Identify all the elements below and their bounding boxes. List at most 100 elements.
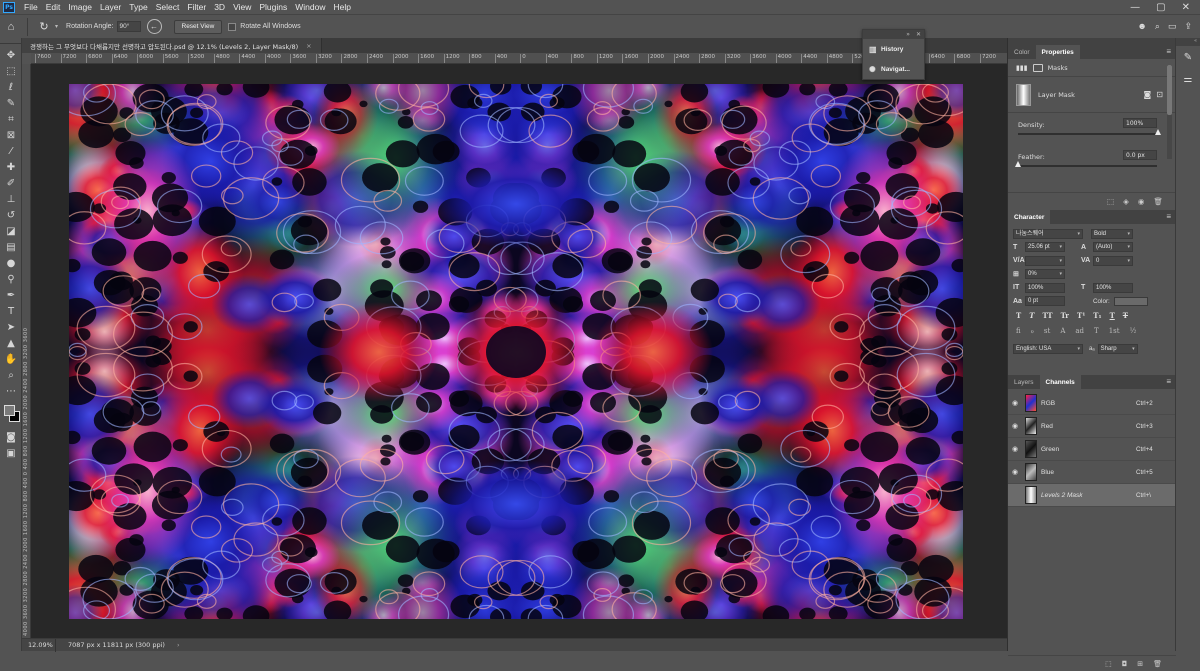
feather-input[interactable]: 0.0 px — [1123, 150, 1157, 160]
menu-view[interactable]: View — [229, 2, 255, 12]
contextual-alternates-button[interactable]: ℴ — [1031, 327, 1034, 335]
marquee-tool-icon[interactable]: ⬚ — [0, 63, 22, 79]
tsume-input[interactable]: 0% ▾ — [1025, 269, 1065, 280]
home-icon[interactable]: ⌂ — [0, 16, 22, 38]
eye-icon[interactable]: ◉ — [1008, 445, 1022, 453]
leading-input[interactable]: (Auto) ▾ — [1093, 242, 1133, 253]
discretionary-ligatures-button[interactable]: st — [1044, 327, 1050, 335]
load-channel-selection-icon[interactable]: ⬚ — [1105, 660, 1112, 668]
superscript-button[interactable]: T¹ — [1077, 311, 1085, 320]
density-slider-handle[interactable] — [1155, 129, 1161, 135]
apply-mask-icon[interactable]: ◈ — [1123, 197, 1129, 206]
font-size-input[interactable]: 25.06 pt ▾ — [1025, 242, 1065, 253]
channel-row[interactable]: ◉ RGB Ctrl+2 — [1008, 392, 1175, 415]
screen-mode-icon[interactable]: ▣ — [0, 445, 22, 461]
pixel-mask-icon[interactable]: ▮▮▮ — [1016, 64, 1028, 72]
small-caps-button[interactable]: Tr — [1061, 311, 1069, 320]
new-channel-icon[interactable]: ⊞ — [1137, 660, 1143, 668]
tab-color[interactable]: Color — [1008, 45, 1036, 59]
frame-tool-icon[interactable]: ⊠ — [0, 127, 22, 143]
fractions-button[interactable]: ½ — [1130, 327, 1137, 335]
ligatures-button[interactable]: fi — [1016, 327, 1021, 335]
clone-stamp-tool-icon[interactable]: ⊥ — [0, 191, 22, 207]
delete-mask-icon[interactable]: 🗑 — [1153, 197, 1163, 206]
channel-row[interactable]: ◉ Red Ctrl+3 — [1008, 415, 1175, 438]
eraser-tool-icon[interactable]: ◪ — [0, 223, 22, 239]
menu-image[interactable]: Image — [64, 2, 96, 12]
quick-select-tool-icon[interactable]: ✎ — [0, 95, 22, 111]
rotate-view-tool-icon[interactable]: ↻ — [33, 16, 55, 38]
document-tab[interactable]: 경쟁하는 그 무엇보다 다채롭지만 선명하고 압도된다.psd @ 12.1% … — [22, 38, 322, 53]
properties-scroll-thumb[interactable] — [1167, 65, 1172, 115]
menu-window[interactable]: Window — [291, 2, 329, 12]
tab-layers[interactable]: Layers — [1008, 375, 1040, 389]
antialias-select[interactable]: Sharp ▾ — [1097, 343, 1138, 354]
eye-icon[interactable]: ◉ — [1008, 468, 1022, 476]
tracking-input[interactable]: 0 ▾ — [1093, 255, 1133, 266]
feather-slider[interactable] — [1018, 165, 1157, 167]
density-slider[interactable] — [1018, 133, 1157, 135]
channel-row[interactable]: ◉ Blue Ctrl+5 — [1008, 461, 1175, 484]
maximize-button[interactable]: ▢ — [1156, 2, 1165, 13]
tool-preset-chevron-icon[interactable]: ▾ — [55, 23, 58, 30]
titling-alternates-button[interactable]: T — [1094, 327, 1099, 335]
menu-3d[interactable]: 3D — [210, 2, 229, 12]
hand-tool-icon[interactable]: ✋ — [0, 351, 22, 367]
foreground-color-swatch[interactable] — [4, 405, 15, 416]
add-vector-mask-icon[interactable]: ⊡ — [1156, 90, 1163, 99]
reset-view-button[interactable]: Reset View — [173, 19, 223, 34]
type-tool-icon[interactable]: T — [0, 303, 22, 319]
horizontal-scale-input[interactable]: 100% — [1093, 282, 1133, 293]
channels-panel-menu-icon[interactable]: ≡ — [1166, 377, 1171, 386]
close-panel-icon[interactable]: ✕ — [916, 31, 921, 38]
menu-help[interactable]: Help — [329, 2, 354, 12]
text-color-swatch[interactable] — [1113, 296, 1148, 306]
add-pixel-mask-icon[interactable]: ◙ — [1144, 90, 1152, 99]
panel-menu-icon[interactable]: ≡ — [1166, 47, 1171, 56]
brush-tool-icon[interactable]: ✐ — [0, 175, 22, 191]
faux-italic-button[interactable]: T — [1029, 311, 1034, 320]
faux-bold-button[interactable]: T — [1016, 311, 1021, 320]
adjustments-panel-icon[interactable]: ⚌ — [1176, 68, 1200, 90]
rotation-angle-input[interactable]: 90° — [116, 21, 141, 32]
expand-panels-icon[interactable]: » — [906, 31, 910, 38]
tab-channels[interactable]: Channels — [1039, 375, 1081, 389]
blur-tool-icon[interactable]: ● — [0, 255, 22, 271]
swash-button[interactable]: A — [1060, 327, 1065, 335]
dodge-tool-icon[interactable]: ⚲ — [0, 271, 22, 287]
properties-scrollbar[interactable] — [1167, 65, 1172, 159]
close-document-icon[interactable]: × — [306, 42, 311, 50]
kerning-input[interactable]: ▾ — [1025, 255, 1065, 266]
vertical-scale-input[interactable]: 100% — [1025, 282, 1065, 293]
channel-row[interactable]: ◉ Green Ctrl+4 — [1008, 438, 1175, 461]
toolbar-grip[interactable] — [0, 38, 21, 44]
channel-row[interactable]: Levels 2 Mask Ctrl+\ — [1008, 484, 1175, 507]
underline-button[interactable]: T — [1110, 311, 1115, 320]
character-panel-menu-icon[interactable]: ≡ — [1166, 212, 1171, 221]
stylistic-alternates-button[interactable]: ad — [1075, 327, 1084, 335]
density-input[interactable]: 100% — [1123, 118, 1157, 128]
subscript-button[interactable]: T₁ — [1093, 311, 1101, 320]
menu-filter[interactable]: Filter — [183, 2, 210, 12]
path-select-tool-icon[interactable]: ➤ — [0, 319, 22, 335]
menu-layer[interactable]: Layer — [96, 2, 125, 12]
search-icon[interactable]: ⌕ — [1155, 21, 1160, 32]
close-window-button[interactable]: ✕ — [1182, 2, 1190, 13]
eyedropper-tool-icon[interactable]: ⁄ — [0, 143, 22, 159]
menu-select[interactable]: Select — [152, 2, 184, 12]
strikethrough-button[interactable]: T — [1123, 311, 1128, 320]
font-style-select[interactable]: Bold ▾ — [1091, 228, 1133, 239]
quick-mask-icon[interactable]: ◙ — [0, 429, 22, 445]
healing-brush-tool-icon[interactable]: ✚ — [0, 159, 22, 175]
document-canvas[interactable] — [69, 84, 963, 619]
minimize-button[interactable]: — — [1130, 2, 1140, 13]
share-user-icon[interactable]: ☻ — [1137, 21, 1146, 32]
pen-tool-icon[interactable]: ✒ — [0, 287, 22, 303]
rotation-dial-icon[interactable]: ← — [146, 19, 162, 34]
zoom-tool-icon[interactable]: ⌕ — [0, 367, 22, 383]
lasso-tool-icon[interactable]: ℓ — [0, 79, 22, 95]
more-tools-icon[interactable]: ⋯ — [0, 383, 22, 399]
history-brush-tool-icon[interactable]: ↺ — [0, 207, 22, 223]
crop-tool-icon[interactable]: ⌗ — [0, 111, 22, 127]
move-tool-icon[interactable]: ✥ — [0, 47, 22, 63]
